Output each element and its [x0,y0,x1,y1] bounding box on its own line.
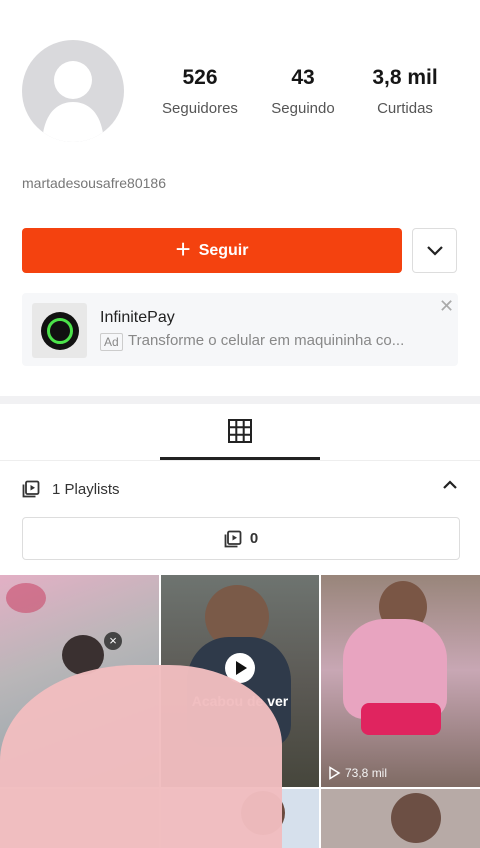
tab-videos-grid[interactable] [160,404,320,460]
followers-label: Seguidores [162,100,238,117]
video-thumbnail[interactable]: 73,8 mil [321,575,480,787]
close-icon[interactable]: × [104,632,122,650]
grid-icon [228,418,252,443]
playlist-count: 0 [249,530,259,547]
following-label: Seguindo [271,100,335,117]
profile-header: 526 Seguidores 43 Seguindo 3,8 mil Curti… [0,0,480,400]
view-count-label: 73,8 mil [345,766,388,780]
tabs-divider [0,460,480,461]
video-thumbnail[interactable] [321,789,480,848]
followers-stat[interactable]: 526 Seguidores [150,66,250,117]
section-divider [0,396,480,404]
username: martadesousafre80186 [22,175,166,191]
play-outline-icon [329,766,341,780]
infinitepay-logo [32,303,87,358]
playlists-header[interactable]: 1 Playlists [22,477,458,501]
following-count: 43 [291,66,315,89]
video-grid: Acabou de ver 73,8 mil [0,575,480,848]
avatar[interactable] [22,40,124,142]
playlist-icon [224,530,242,547]
following-stat[interactable]: 43 Seguindo [262,66,344,117]
close-icon[interactable]: ✕ [439,296,454,317]
ad-badge: Ad [100,333,123,351]
default-avatar-icon [42,61,104,142]
playlist-icon [22,480,40,498]
likes-count: 3,8 mil [372,66,438,89]
followers-count: 526 [182,66,218,89]
playlist-card[interactable]: 0 [22,517,460,560]
view-count: 73,8 mil [327,766,387,780]
plus-icon: + [175,233,191,264]
chevron-down-icon [426,245,443,256]
ad-card[interactable]: InfinitePay Ad Transforme o celular em m… [22,293,458,366]
follow-button[interactable]: + Seguir [22,228,402,273]
playlists-label: 1 Playlists [52,480,120,498]
ad-title: InfinitePay [100,309,175,326]
ad-description: Transforme o celular em maquininha co... [128,332,405,349]
likes-stat: 3,8 mil Curtidas [362,66,448,117]
overlay-shape [0,665,282,848]
chevron-up-icon[interactable] [442,479,458,491]
likes-label: Curtidas [377,100,433,117]
more-options-button[interactable] [412,228,457,273]
follow-label: Seguir [198,241,249,259]
